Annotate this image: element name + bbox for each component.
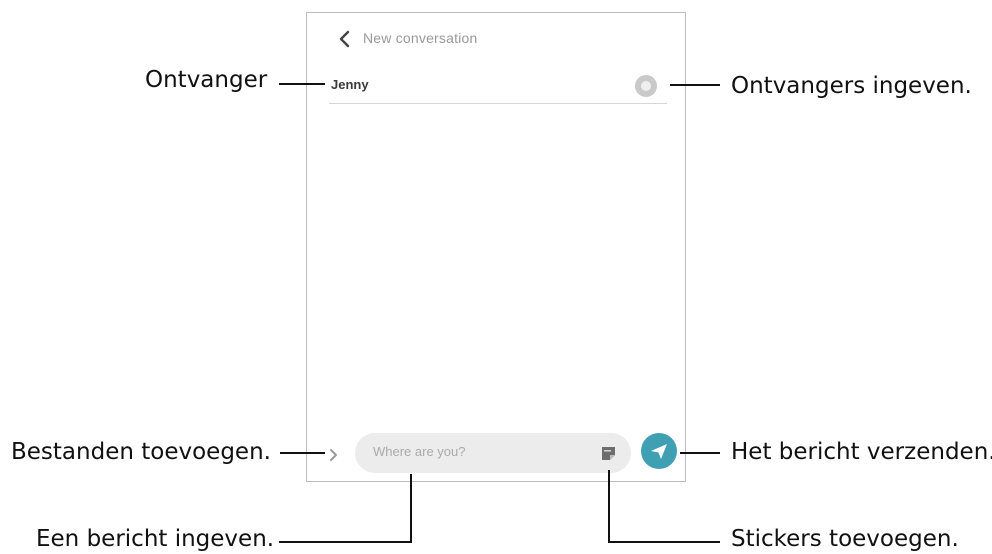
send-icon: [651, 444, 667, 459]
send-button[interactable]: [641, 433, 677, 469]
message-placeholder: Where are you?: [373, 444, 466, 459]
callout-add-files: Bestanden toevoegen.: [11, 439, 271, 465]
leader-line-recipient: [279, 83, 325, 85]
add-contact-icon[interactable]: [635, 75, 657, 97]
leader-line-enter-message-v: [410, 474, 412, 543]
recipient-field[interactable]: Jenny: [329, 69, 667, 104]
callout-add-recipients: Ontvangers ingeven.: [731, 73, 972, 99]
phone-screen: New conversation Jenny Where are you?: [306, 12, 686, 482]
message-input[interactable]: Where are you?: [355, 433, 631, 473]
sticker-icon[interactable]: [600, 444, 618, 462]
back-arrow-icon[interactable]: [335, 27, 355, 51]
conversation-title: New conversation: [363, 30, 478, 46]
leader-line-send: [680, 452, 720, 454]
callout-send: Het bericht verzenden.: [731, 439, 992, 465]
leader-line-add-files: [280, 452, 325, 454]
leader-line-add-stickers-v: [608, 470, 610, 543]
chevron-right-icon[interactable]: [327, 445, 341, 465]
leader-line-add-stickers-h: [608, 541, 720, 543]
callout-add-stickers: Stickers toevoegen.: [731, 526, 959, 552]
leader-line-add-recipients: [670, 84, 720, 86]
leader-line-enter-message-h: [279, 541, 412, 543]
callout-recipient: Ontvanger: [145, 67, 268, 93]
callout-enter-message: Een bericht ingeven.: [36, 526, 275, 552]
recipient-name: Jenny: [331, 77, 369, 92]
